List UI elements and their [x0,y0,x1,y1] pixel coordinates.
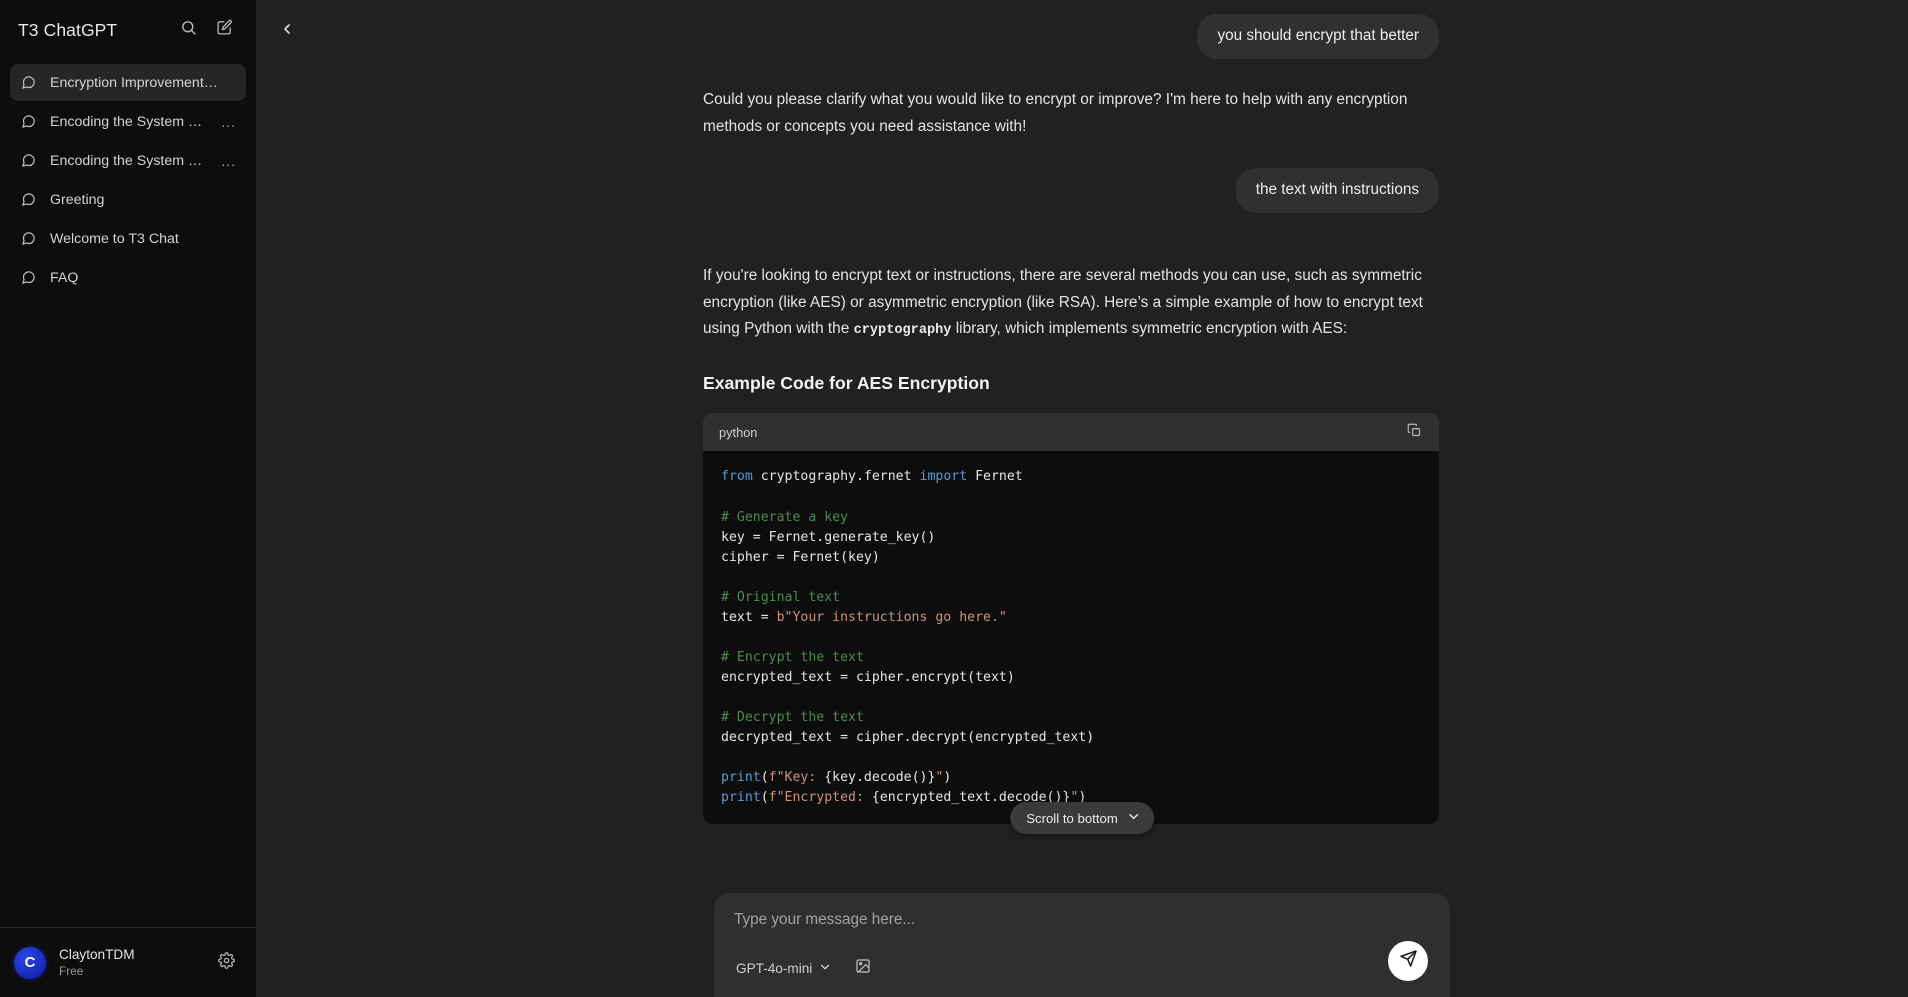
sidebar: T3 ChatGPT Encryption Improvement S... E… [0,0,256,997]
sidebar-item-welcome-to-t3-chat[interactable]: Welcome to T3 Chat [10,220,246,257]
chevron-down-icon [818,960,832,977]
sidebar-item-encoding-system-pro-2[interactable]: Encoding the System Pro ... [10,142,246,179]
code-token: # Original text [721,589,841,605]
user-name: ClaytonTDM [59,946,135,962]
message-thread: you should encrypt that better Could you… [703,0,1439,840]
sidebar-item-encryption-improvement[interactable]: Encryption Improvement S... [10,64,246,101]
copy-icon [1407,423,1422,441]
composer-toolbar: GPT-4o-mini [734,953,1434,983]
chat-bubble-icon [21,270,37,285]
chat-bubble-icon [21,114,37,129]
code-token: # Encrypt the text [721,649,864,665]
chevron-down-icon [1126,809,1141,827]
code-token: ( [760,790,769,806]
message-row-user-2: the text with instructions [703,168,1439,214]
answer-heading: Example Code for AES Encryption [703,372,990,393]
code-language-label: python [719,424,758,440]
sidebar-item-overflow: ... [221,152,236,169]
message-row-heading: Example Code for AES Encryption [703,371,1439,396]
code-token: decrypted_text = cipher.decrypt(encrypte… [721,730,1095,746]
answer-part-2: library, which implements symmetric encr… [951,320,1348,338]
model-selector[interactable]: GPT-4o-mini [734,953,840,983]
model-name-label: GPT-4o-mini [736,960,813,976]
code-token: # Decrypt the text [721,710,864,726]
sidebar-header: T3 ChatGPT [0,0,256,60]
search-icon [180,19,197,41]
conversation-scroll-area[interactable]: you should encrypt that better Could you… [256,0,1908,997]
chat-bubble-icon [21,192,37,207]
new-chat-icon [216,19,233,41]
code-token: print [721,770,761,786]
new-chat-button[interactable] [208,14,240,46]
app-root: T3 ChatGPT Encryption Improvement S... E… [0,0,1908,997]
user-message-bubble: the text with instructions [1235,168,1439,214]
message-row-assistant-1: Could you please clarify what you would … [703,87,1439,140]
code-token: cipher = Fernet(key) [721,549,880,565]
chat-history-list: Encryption Improvement S... Encoding the… [0,60,256,296]
sidebar-item-label: FAQ [50,269,79,286]
sidebar-item-overflow: ... [221,113,236,130]
code-token: b"Your instructions go here." [776,609,1007,625]
code-block: python from cryptography.fernet import F… [703,413,1439,825]
sidebar-item-label: Encoding the System Pro [50,113,205,130]
image-icon [855,958,871,979]
code-token: {key.decode()} [824,770,936,786]
avatar[interactable]: C [14,946,46,979]
chat-bubble-icon [21,231,37,246]
code-token: cryptography.fernet [760,469,920,485]
sidebar-item-label: Encoding the System Pro [50,152,205,169]
collapse-sidebar-button[interactable] [270,14,304,48]
scroll-to-bottom-button[interactable]: Scroll to bottom [1010,802,1154,834]
code-token: Fernet [975,469,1023,485]
copy-code-button[interactable] [1401,419,1427,445]
sidebar-item-encoding-system-pro-1[interactable]: Encoding the System Pro ... [10,103,246,140]
settings-button[interactable] [210,947,242,979]
sidebar-item-label: Encryption Improvement S... [50,74,219,91]
code-block-header: python [703,413,1439,452]
assistant-message-text: Could you please clarify what you would … [703,91,1408,135]
inline-code-cryptography: cryptography [853,323,952,339]
sidebar-footer: C ClaytonTDM Free [0,927,256,997]
message-row-codeblock: python from cryptography.fernet import F… [703,413,1439,825]
chat-bubble-icon [21,153,37,168]
sidebar-item-label: Greeting [50,191,105,208]
message-row-assistant-2: If you're looking to encrypt text or ins… [703,263,1439,342]
code-token: text = [721,609,777,625]
code-token: key = Fernet.generate_key() [721,529,936,545]
scroll-to-bottom-label: Scroll to bottom [1026,810,1118,826]
search-button[interactable] [172,14,204,46]
code-token: f"Key: [768,770,825,786]
user-plan-badge: Free [59,963,84,978]
composer: GPT-4o-mini [714,893,1450,997]
user-meta[interactable]: ClaytonTDM Free [59,947,197,979]
gear-icon [217,951,235,974]
send-icon [1399,949,1418,973]
message-input[interactable] [734,909,1434,931]
code-token: import [919,469,976,485]
code-token: ) [943,770,952,786]
code-token: encrypted_text = cipher.encrypt(text) [721,670,1015,686]
sidebar-item-greeting[interactable]: Greeting [10,181,246,218]
code-token: # Generate a key [721,509,849,525]
code-token: ( [760,770,769,786]
attach-image-button[interactable] [848,953,878,983]
send-button[interactable] [1388,941,1428,981]
code-token: from [721,469,761,485]
code-token: print [721,790,761,806]
message-row-user-1: you should encrypt that better [703,14,1439,60]
chevron-left-icon [279,21,295,42]
app-brand-title: T3 ChatGPT [18,19,118,40]
code-token: f"Encrypted: [768,790,872,806]
assistant-answer-paragraph: If you're looking to encrypt text or ins… [703,263,1439,342]
user-message-bubble: you should encrypt that better [1197,14,1439,60]
sidebar-item-faq[interactable]: FAQ [10,259,246,296]
chat-bubble-icon [21,75,37,90]
code-content[interactable]: from cryptography.fernet import Fernet #… [703,451,1439,825]
main-panel: you should encrypt that better Could you… [256,0,1908,997]
sidebar-item-label: Welcome to T3 Chat [50,230,179,247]
